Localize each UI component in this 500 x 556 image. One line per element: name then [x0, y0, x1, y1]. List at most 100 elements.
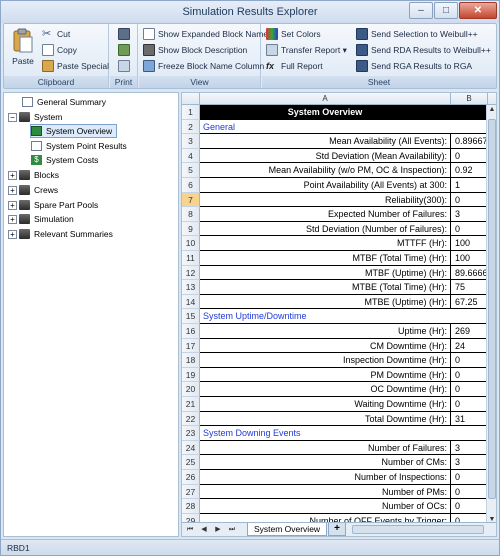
metric-label-cell[interactable]: Mean Availability (w/o PM, OC & Inspecti…	[200, 163, 451, 178]
sheet-title-cell[interactable]: System Overview	[200, 105, 451, 120]
row-number[interactable]: 18	[182, 353, 200, 368]
row-number[interactable]: 20	[182, 382, 200, 397]
metric-label-cell[interactable]: Mean Availability (All Events):	[200, 134, 451, 149]
tree-item-crews[interactable]: + Crews	[8, 183, 58, 197]
metric-value-cell[interactable]: 0	[451, 382, 488, 397]
row-number[interactable]: 5	[182, 163, 200, 178]
metric-value-cell[interactable]: 0	[451, 397, 488, 412]
metric-label-cell[interactable]: Std Deviation (Number of Failures):	[200, 221, 451, 237]
cut-button[interactable]: ✂ Cut	[42, 28, 70, 40]
scroll-up-icon[interactable]: ▲	[487, 105, 496, 115]
row-number[interactable]: 6	[182, 178, 200, 193]
metric-label-cell[interactable]: Waiting Downtime (Hr):	[200, 397, 451, 412]
metric-value-cell[interactable]: 24	[451, 338, 488, 354]
row-number[interactable]: 25	[182, 455, 200, 470]
minimize-button[interactable]: –	[409, 2, 433, 19]
row-number[interactable]: 3	[182, 134, 200, 149]
print-preview-icon[interactable]	[118, 60, 130, 72]
tree-item-simulation[interactable]: + Simulation	[8, 212, 74, 226]
paste-special-button[interactable]: Paste Special	[42, 60, 109, 72]
row-number[interactable]: 9	[182, 221, 200, 237]
metric-label-cell[interactable]: MTBE (Uptime) (Hr):	[200, 294, 451, 310]
maximize-button[interactable]: □	[434, 2, 458, 19]
tab-system-overview[interactable]: System Overview	[247, 523, 327, 536]
metric-label-cell[interactable]: Std Deviation (Mean Availability):	[200, 148, 451, 164]
column-header-a[interactable]: A	[200, 93, 451, 105]
transfer-report-button[interactable]: Transfer Report ▾	[266, 44, 347, 56]
row-number[interactable]: 14	[182, 294, 200, 310]
expand-icon[interactable]: +	[8, 214, 17, 224]
metric-label-cell[interactable]: PM Downtime (Hr):	[200, 367, 451, 383]
metric-label-cell[interactable]: Number of Inspections:	[200, 470, 451, 485]
metric-value-cell[interactable]: 0	[451, 484, 488, 500]
metric-label-cell[interactable]: Reliability(300):	[200, 192, 451, 208]
horizontal-scrollbar[interactable]	[352, 525, 484, 534]
vertical-scrollbar[interactable]: ▲ ▼	[486, 105, 496, 525]
metric-value-cell[interactable]: 1	[451, 178, 488, 193]
metric-value-cell[interactable]: 100	[451, 236, 488, 251]
tree-item-system-costs[interactable]: $ System Costs	[31, 153, 98, 167]
metric-label-cell[interactable]: Number of OCs:	[200, 499, 451, 514]
close-button[interactable]: ✕	[459, 2, 497, 19]
metric-label-cell[interactable]: MTTFF (Hr):	[200, 236, 451, 251]
row-number[interactable]: 22	[182, 411, 200, 427]
first-sheet-icon[interactable]: ⏮	[184, 524, 196, 535]
metric-label-cell[interactable]: Number of CMs:	[200, 455, 451, 470]
show-block-description-button[interactable]: Show Block Description	[143, 44, 247, 56]
full-report-button[interactable]: fx Full Report	[266, 60, 323, 72]
metric-label-cell[interactable]: MTBF (Uptime) (Hr):	[200, 265, 451, 281]
section-header-cell[interactable]: System Downing Events	[200, 426, 451, 441]
send-selection-weibull-button[interactable]: Send Selection to Weibull++	[356, 28, 478, 40]
row-number[interactable]: 19	[182, 367, 200, 383]
next-sheet-icon[interactable]: ▶	[212, 524, 224, 535]
row-number[interactable]: 27	[182, 484, 200, 500]
copy-button[interactable]: Copy	[42, 44, 77, 56]
select-all-corner[interactable]	[182, 93, 200, 105]
metric-value-cell[interactable]	[451, 309, 488, 324]
metric-value-cell[interactable]	[451, 426, 488, 441]
metric-label-cell[interactable]: CM Downtime (Hr):	[200, 338, 451, 354]
scroll-thumb[interactable]	[488, 119, 496, 499]
metric-label-cell[interactable]: Inspection Downtime (Hr):	[200, 353, 451, 368]
freeze-block-name-column-button[interactable]: Freeze Block Name Column	[143, 60, 264, 72]
metric-value-cell[interactable]: 269	[451, 324, 488, 339]
metric-label-cell[interactable]: Point Availability (All Events) at 300:	[200, 178, 451, 193]
row-number[interactable]: 7	[182, 192, 200, 208]
set-colors-button[interactable]: Set Colors	[266, 28, 321, 40]
expand-icon[interactable]: +	[8, 200, 17, 210]
print-setup-icon[interactable]	[118, 44, 130, 56]
row-number[interactable]: 13	[182, 280, 200, 295]
paste-button[interactable]: Paste	[8, 28, 38, 66]
metric-label-cell[interactable]: OC Downtime (Hr):	[200, 382, 451, 397]
metric-label-cell[interactable]: Uptime (Hr):	[200, 324, 451, 339]
tree-item-spare-part-pools[interactable]: + Spare Part Pools	[8, 198, 98, 212]
metric-value-cell[interactable]	[451, 119, 488, 135]
metric-value-cell[interactable]: 0	[451, 148, 488, 164]
metric-value-cell[interactable]: 0.89667	[451, 134, 488, 149]
tree-item-relevant-summaries[interactable]: + Relevant Summaries	[8, 227, 113, 241]
metric-value-cell[interactable]: 0	[451, 499, 488, 514]
tree-item-system-overview[interactable]: System Overview	[30, 124, 118, 138]
metric-value-cell[interactable]: 0	[451, 353, 488, 368]
tree-item-blocks[interactable]: + Blocks	[8, 168, 59, 182]
row-number[interactable]: 16	[182, 324, 200, 339]
show-expanded-block-name-button[interactable]: Show Expanded Block Name	[143, 28, 268, 40]
metric-value-cell[interactable]: 0	[451, 367, 488, 383]
row-number[interactable]: 23	[182, 426, 200, 441]
last-sheet-icon[interactable]: ⏭	[226, 524, 238, 535]
metric-value-cell[interactable]: 0	[451, 221, 488, 237]
metric-value-cell[interactable]: 0	[451, 470, 488, 485]
metric-value-cell[interactable]	[451, 105, 488, 120]
section-header-cell[interactable]: System Uptime/Downtime	[200, 309, 451, 324]
row-number[interactable]: 28	[182, 499, 200, 514]
metric-value-cell[interactable]: 3	[451, 207, 488, 222]
row-number[interactable]: 1	[182, 105, 200, 120]
tree-item-general-summary[interactable]: General Summary	[22, 95, 106, 109]
metric-value-cell[interactable]: 0	[451, 192, 488, 208]
metric-value-cell[interactable]: 3	[451, 440, 488, 456]
row-number[interactable]: 10	[182, 236, 200, 251]
collapse-icon[interactable]: −	[8, 112, 17, 122]
row-number[interactable]: 11	[182, 251, 200, 266]
print-icon[interactable]	[118, 28, 130, 40]
row-number[interactable]: 17	[182, 338, 200, 354]
